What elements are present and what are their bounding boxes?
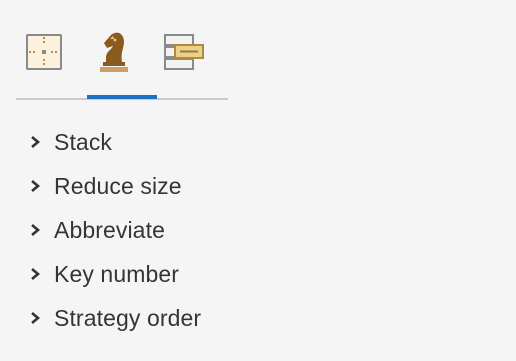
list-item-abbreviate[interactable]: Abbreviate <box>26 208 201 252</box>
tab-strategy[interactable] <box>86 26 142 78</box>
strategy-panel: Stack Reduce size Abbreviate Key number … <box>0 0 516 361</box>
tab-bar <box>16 22 228 100</box>
chevron-right-icon <box>26 265 44 283</box>
tab-layout[interactable] <box>16 26 72 78</box>
chevron-right-icon <box>26 177 44 195</box>
list-item-key-number[interactable]: Key number <box>26 252 201 296</box>
chess-knight-icon <box>100 32 128 72</box>
options-list: Stack Reduce size Abbreviate Key number … <box>26 120 201 340</box>
chevron-right-icon <box>26 221 44 239</box>
list-item-label: Abbreviate <box>54 216 165 243</box>
list-item-stack[interactable]: Stack <box>26 120 201 164</box>
list-item-label: Key number <box>54 260 180 287</box>
list-item-label: Reduce size <box>54 172 182 199</box>
chevron-right-icon <box>26 133 44 151</box>
chevron-right-icon <box>26 309 44 327</box>
layout-grid-icon <box>26 34 62 70</box>
active-tab-indicator <box>87 95 157 99</box>
stacked-panels-icon <box>164 34 204 70</box>
list-item-reduce-size[interactable]: Reduce size <box>26 164 201 208</box>
tab-panels[interactable] <box>156 26 212 78</box>
list-item-label: Stack <box>54 128 113 155</box>
list-item-strategy-order[interactable]: Strategy order <box>26 296 201 340</box>
list-item-label: Strategy order <box>54 304 202 331</box>
